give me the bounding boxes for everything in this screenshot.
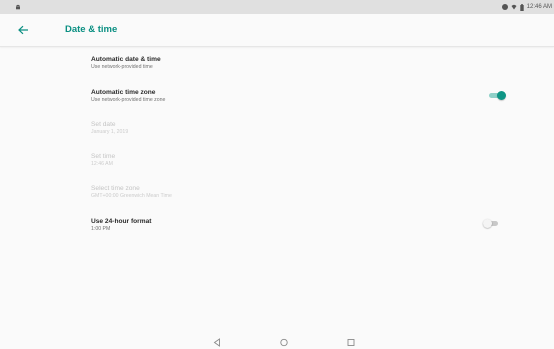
arrow-back-icon[interactable] [16, 24, 30, 36]
setting-title: Set date [91, 121, 116, 128]
setting-subtitle: 1:00 PM [91, 226, 111, 232]
setting-automatic-date-time[interactable]: Automatic date & time Use network-provid… [91, 56, 531, 71]
setting-automatic-time-zone[interactable]: Automatic time zone Use network-provided… [91, 89, 531, 104]
setting-subtitle: Use network-provided time zone [91, 97, 166, 103]
use-24-hour-format-toggle[interactable] [483, 219, 499, 228]
automatic-time-zone-toggle[interactable] [489, 91, 506, 100]
setting-subtitle: January 1, 2019 [91, 129, 129, 135]
nav-bar [0, 336, 554, 349]
circle-icon [501, 4, 508, 10]
setting-select-time-zone[interactable]: Select time zone GMT+00:00 Greenwich Mea… [91, 185, 531, 200]
setting-set-date[interactable]: Set date January 1, 2019 [91, 121, 531, 136]
toggle-thumb [497, 91, 506, 100]
battery-icon [519, 3, 524, 11]
status-time: 12:46 AM [526, 4, 552, 10]
setting-set-time[interactable]: Set time 12:46 AM [91, 153, 531, 168]
setting-title: Use 24-hour format [91, 218, 152, 225]
setting-use-24-hour-format[interactable]: Use 24-hour format 1:00 PM [91, 218, 531, 233]
toggle-thumb [483, 219, 492, 228]
wifi-icon [511, 4, 517, 10]
setting-title: Set time [91, 153, 116, 160]
android-icon [16, 4, 20, 10]
status-icons: 12:46 AM [501, 1, 552, 13]
recents-square-icon[interactable] [346, 338, 356, 347]
setting-subtitle: 12:46 AM [91, 161, 113, 167]
setting-title: Automatic date & time [91, 56, 161, 63]
setting-title: Automatic time zone [91, 89, 156, 96]
status-bar: 12:46 AM [0, 0, 554, 14]
setting-subtitle: GMT+00:00 Greenwich Mean Time [91, 193, 172, 199]
setting-subtitle: Use network-provided time [91, 64, 153, 70]
app-bar: Date & time [0, 14, 554, 47]
page-title: Date & time [65, 24, 118, 35]
home-circle-icon[interactable] [279, 338, 289, 347]
setting-title: Select time zone [91, 185, 140, 192]
back-triangle-icon[interactable] [212, 338, 222, 347]
